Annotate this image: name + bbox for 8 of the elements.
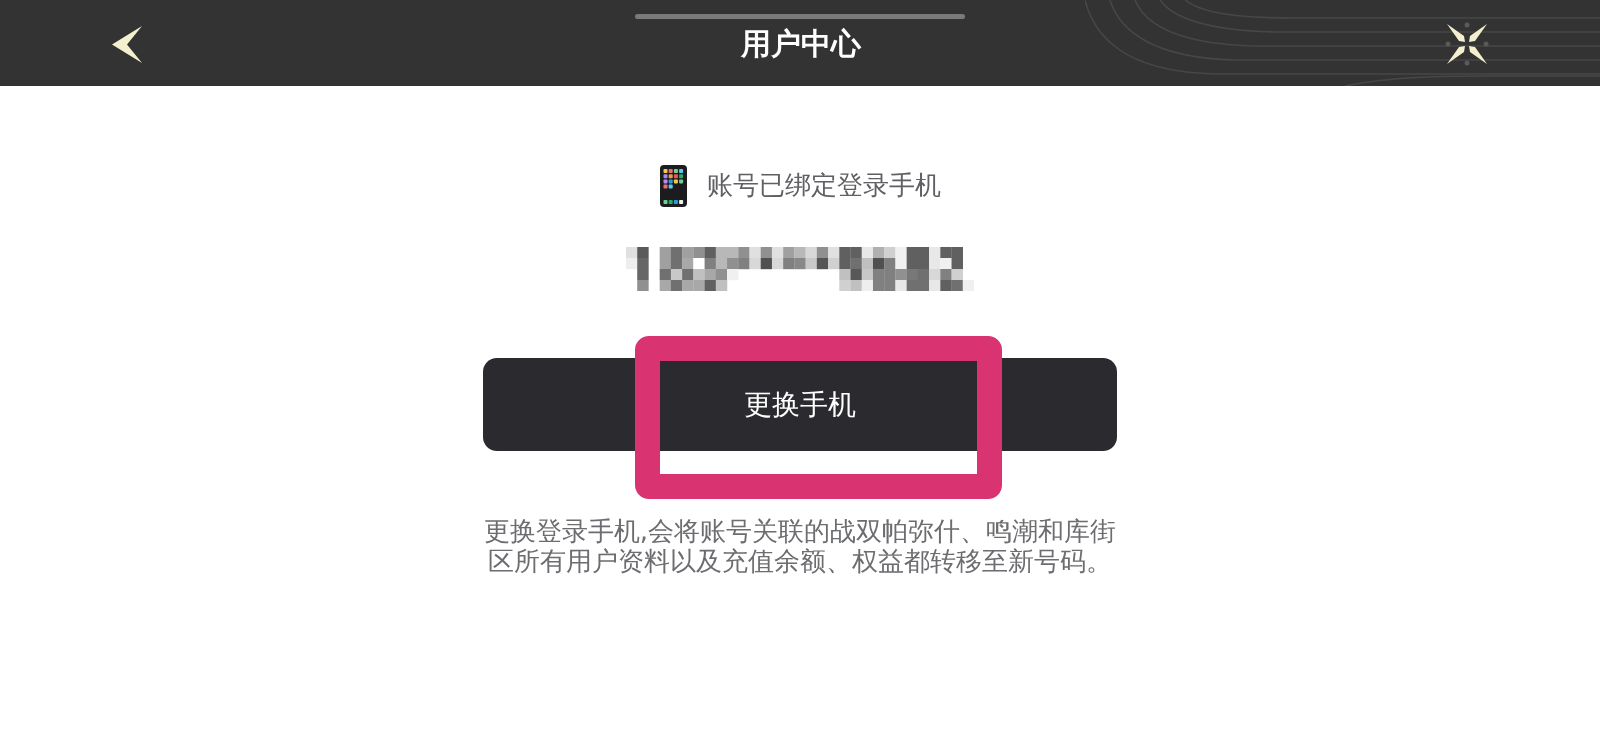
drag-handle[interactable] (635, 14, 965, 19)
page-title: 用户中心 (741, 26, 861, 62)
change-phone-note: 更换登录手机,会将账号关联的战双帕弥什、鸣潮和库街区所有用户资料以及充值余额、权益都转移至新号码。 (482, 516, 1118, 576)
phone-icon (659, 165, 687, 207)
close-icon[interactable] (1444, 21, 1490, 67)
change-phone-button[interactable]: 更换手机 (483, 358, 1117, 451)
binding-status-text: 账号已绑定登录手机 (706, 170, 941, 202)
back-icon[interactable] (112, 25, 143, 63)
